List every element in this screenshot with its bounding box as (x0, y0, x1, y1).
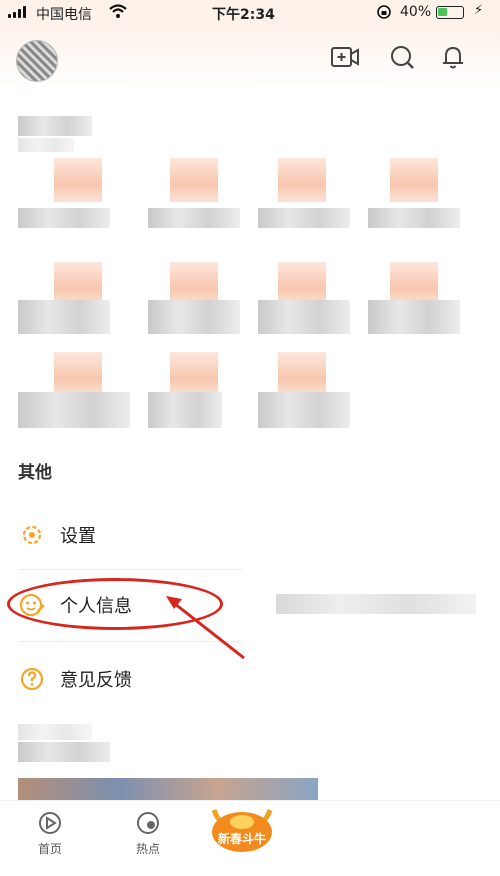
divider (18, 569, 242, 570)
blurred-grid-item-icon (54, 158, 102, 202)
search-icon[interactable] (387, 42, 417, 72)
blurred-grid-item-label (258, 392, 350, 428)
clock: 下午2:34 (212, 7, 275, 23)
tab-hot[interactable]: 热点 (118, 810, 178, 857)
gear-icon (22, 525, 42, 545)
profile-header (0, 26, 500, 90)
settings-label: 设置 (60, 526, 96, 547)
battery-percent: 40% (400, 4, 432, 20)
blurred-section-title (18, 742, 110, 762)
blurred-grid-item-label (258, 300, 350, 334)
tab-home[interactable]: 首页 (20, 810, 80, 857)
blurred-grid-item-label (148, 208, 240, 228)
blurred-grid-item-label (148, 300, 240, 334)
battery-icon (436, 6, 464, 19)
blurred-grid-item-icon (170, 352, 218, 396)
blurred-grid-item-label (18, 392, 130, 428)
charging-icon: ⚡ (474, 3, 484, 18)
blurred-section-subtitle (18, 724, 92, 740)
promo-label: 新春斗牛 (217, 832, 266, 846)
blurred-grid-item-label (258, 208, 350, 228)
annotation-arrow (166, 596, 245, 660)
carrier-label: 中国电信 (36, 7, 92, 23)
feedback-label: 意见反馈 (60, 670, 132, 691)
status-bar: 中国电信 下午2:34 40% ⚡ (0, 0, 500, 26)
blurred-section-title (18, 116, 92, 136)
settings-menu-item[interactable]: 设置 (18, 510, 248, 560)
blurred-side-content (276, 594, 476, 614)
question-icon (20, 667, 44, 691)
hot-icon (137, 812, 159, 834)
signal-icon (8, 6, 26, 18)
blurred-grid-item-icon (278, 352, 326, 396)
rotation-lock-icon (377, 5, 391, 19)
video-add-icon[interactable] (330, 42, 360, 72)
bell-icon[interactable] (438, 42, 468, 72)
blurred-grid-item-label (368, 300, 460, 334)
promo-bull-icon[interactable] (206, 800, 278, 856)
banner-strip[interactable] (18, 778, 318, 802)
blurred-section-subtitle (18, 138, 74, 152)
blurred-grid-item-label (18, 300, 110, 334)
avatar[interactable] (16, 40, 58, 82)
blurred-grid-item-label (148, 392, 222, 428)
blurred-grid-item-label (18, 208, 110, 228)
wifi-icon (109, 4, 127, 18)
home-play-icon (39, 812, 61, 834)
tab-hot-label: 热点 (135, 842, 160, 856)
blurred-grid-item-label (368, 208, 460, 228)
blurred-grid-item-icon (54, 352, 102, 396)
section-title-other: 其他 (18, 463, 52, 483)
blurred-grid-item-icon (390, 158, 438, 202)
blurred-grid-item-icon (170, 158, 218, 202)
tab-home-label: 首页 (37, 842, 62, 856)
blurred-grid-item-icon (278, 158, 326, 202)
